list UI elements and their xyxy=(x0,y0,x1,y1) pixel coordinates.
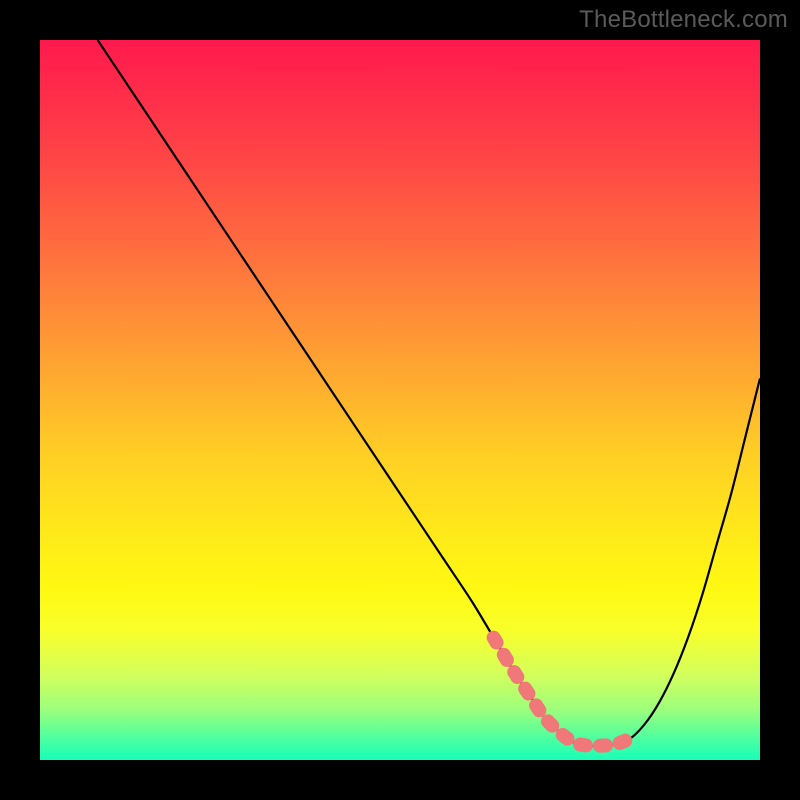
chart-svg xyxy=(40,40,760,760)
bottleneck-curve-line xyxy=(98,40,760,746)
chart-area xyxy=(40,40,760,760)
watermark-text: TheBottleneck.com xyxy=(579,6,788,34)
optimal-range-markers xyxy=(494,638,631,746)
